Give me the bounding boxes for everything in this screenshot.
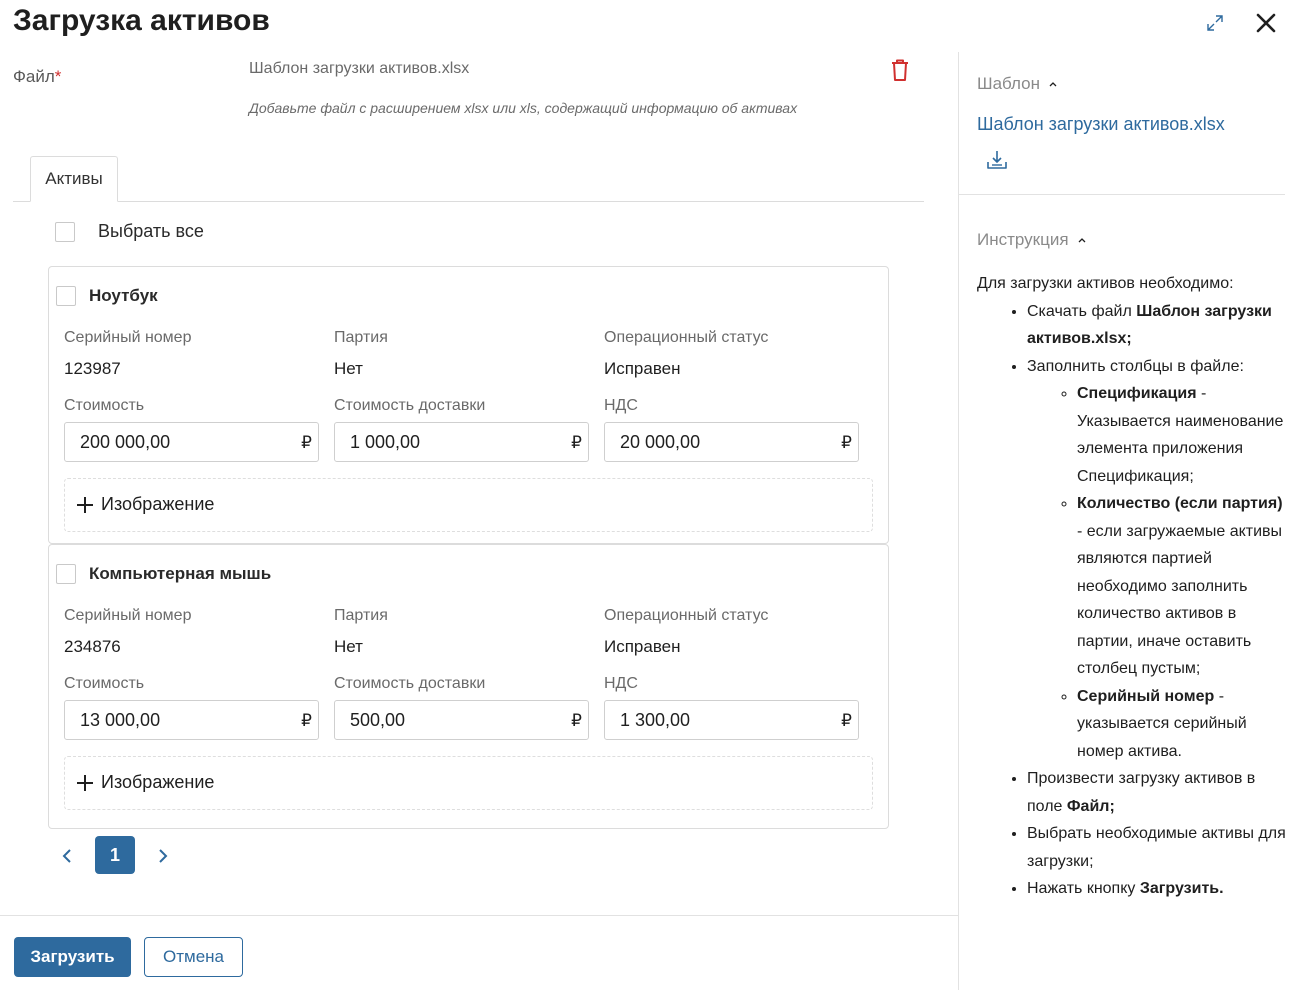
- cancel-button[interactable]: Отмена: [144, 937, 243, 977]
- instruction-intro: Для загрузки активов необходимо:: [977, 275, 1234, 292]
- serial-value: 123987: [64, 359, 121, 378]
- delivery-input[interactable]: 1 000,00 ₽: [334, 422, 589, 462]
- instruction-substep: Спецификация - Указывается наименование …: [1077, 380, 1287, 490]
- upload-button[interactable]: Загрузить: [14, 937, 131, 977]
- cost-label: Стоимость: [64, 675, 145, 692]
- instruction-steps: Скачать файл Шаблон загрузки активов.xls…: [977, 298, 1287, 903]
- asset-name: Компьютерная мышь: [89, 564, 272, 583]
- add-image-label: Изображение: [101, 494, 215, 514]
- ruble-sign: ₽: [571, 433, 582, 452]
- instruction-substep: Количество (если партия) - если загружае…: [1077, 490, 1287, 683]
- add-image-button[interactable]: Изображение: [64, 756, 873, 810]
- footer-divider: [0, 915, 958, 916]
- cost-input[interactable]: 200 000,00 ₽: [64, 422, 319, 462]
- status-label: Операционный статус: [604, 329, 769, 346]
- ruble-sign: ₽: [301, 433, 312, 452]
- status-value: Исправен: [604, 359, 681, 378]
- cost-value: 200 000,00: [80, 432, 171, 452]
- ruble-sign: ₽: [301, 711, 312, 730]
- file-hint: Добавьте файл с расширением xlsx или xls…: [249, 100, 798, 116]
- asset-card-header[interactable]: Ноутбук: [56, 286, 158, 306]
- file-field-label: Файл*: [13, 67, 62, 86]
- asset-checkbox[interactable]: [56, 286, 76, 306]
- select-all-row[interactable]: Выбрать все: [55, 221, 204, 242]
- batch-value: Нет: [334, 637, 363, 656]
- chevron-right-icon[interactable]: [153, 845, 173, 867]
- download-icon[interactable]: [985, 148, 1009, 172]
- page-title: Загрузка активов: [13, 4, 270, 37]
- add-image-label: Изображение: [101, 772, 215, 792]
- chevron-up-icon: [1078, 238, 1086, 243]
- instruction-substep: Серийный номер - указывается серийный но…: [1077, 683, 1287, 766]
- select-all-checkbox[interactable]: [55, 221, 75, 242]
- vat-value: 1 300,00: [620, 710, 691, 730]
- instruction-step: Заполнить столбцы в файле: Спецификация …: [1027, 353, 1287, 766]
- delivery-input[interactable]: 500,00 ₽: [334, 700, 589, 740]
- serial-value: 234876: [64, 637, 121, 656]
- file-name: Шаблон загрузки активов.xlsx: [249, 60, 470, 77]
- template-section-toggle[interactable]: Шаблон: [977, 74, 1058, 94]
- batch-label: Партия: [334, 607, 388, 624]
- batch-label: Партия: [334, 329, 388, 346]
- tab-assets[interactable]: Активы: [30, 156, 118, 202]
- sidebar-divider: [958, 52, 959, 990]
- batch-value: Нет: [334, 359, 363, 378]
- ruble-sign: ₽: [571, 711, 582, 730]
- delivery-label: Стоимость доставки: [334, 397, 486, 414]
- instruction-step: Нажать кнопку Загрузить.: [1027, 875, 1287, 903]
- delivery-value: 1 000,00: [350, 432, 421, 452]
- vat-input[interactable]: 20 000,00 ₽: [604, 422, 859, 462]
- select-all-label: Выбрать все: [98, 221, 204, 241]
- delivery-value: 500,00: [350, 710, 406, 730]
- ruble-sign: ₽: [841, 433, 852, 452]
- instruction-step: Выбрать необходимые активы для загрузки;: [1027, 820, 1287, 875]
- chevron-up-icon: [1049, 82, 1057, 87]
- instruction-section-toggle[interactable]: Инструкция: [977, 230, 1087, 250]
- required-mark: *: [54, 67, 62, 86]
- plus-icon: [77, 497, 93, 513]
- vat-label: НДС: [604, 397, 638, 414]
- asset-card: Ноутбук Серийный номер Партия Операционн…: [48, 266, 889, 544]
- instruction-substeps: Спецификация - Указывается наименование …: [1027, 380, 1287, 765]
- instruction-step: Скачать файл Шаблон загрузки активов.xls…: [1027, 298, 1287, 353]
- template-download-link[interactable]: Шаблон загрузки активов.xlsx: [977, 114, 1225, 135]
- close-icon[interactable]: [1253, 10, 1279, 36]
- chevron-left-icon[interactable]: [57, 845, 77, 867]
- serial-label: Серийный номер: [64, 329, 192, 346]
- vat-value: 20 000,00: [620, 432, 701, 452]
- instruction-section-title: Инструкция: [977, 230, 1069, 249]
- serial-label: Серийный номер: [64, 607, 192, 624]
- tabs-divider: [13, 201, 924, 202]
- page-button-current[interactable]: 1: [95, 836, 135, 874]
- instruction-text: Для загрузки активов необходимо: Скачать…: [977, 270, 1287, 903]
- asset-card: Компьютерная мышь Серийный номер Партия …: [48, 544, 889, 829]
- vat-label: НДС: [604, 675, 638, 692]
- vat-input[interactable]: 1 300,00 ₽: [604, 700, 859, 740]
- delivery-label: Стоимость доставки: [334, 675, 486, 692]
- cost-input[interactable]: 13 000,00 ₽: [64, 700, 319, 740]
- asset-checkbox[interactable]: [56, 564, 76, 584]
- cost-label: Стоимость: [64, 397, 145, 414]
- add-image-button[interactable]: Изображение: [64, 478, 873, 532]
- cost-value: 13 000,00: [80, 710, 161, 730]
- status-label: Операционный статус: [604, 607, 769, 624]
- plus-icon: [77, 775, 93, 791]
- sidebar-section-divider: [958, 194, 1285, 195]
- ruble-sign: ₽: [841, 711, 852, 730]
- asset-name: Ноутбук: [89, 286, 158, 305]
- delete-file-icon[interactable]: [889, 58, 911, 82]
- status-value: Исправен: [604, 637, 681, 656]
- template-section-title: Шаблон: [977, 74, 1040, 93]
- asset-card-header[interactable]: Компьютерная мышь: [56, 564, 271, 584]
- instruction-step: Произвести загрузку активов в поле Файл;: [1027, 765, 1287, 820]
- expand-icon[interactable]: [1202, 10, 1228, 36]
